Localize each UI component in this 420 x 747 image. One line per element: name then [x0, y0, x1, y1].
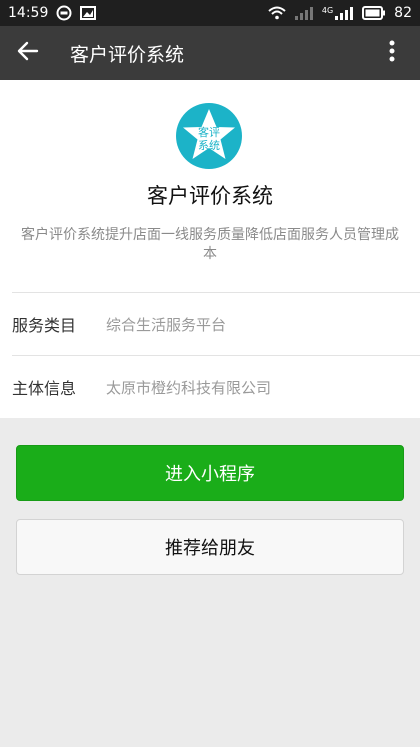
signal-weak-icon — [294, 6, 314, 20]
mini-program-description: 客户评价系统提升店面一线服务质量降低店面服务人员管理成本 — [21, 227, 399, 262]
battery-level: 82 — [394, 5, 412, 21]
logo-text-top: 客评 — [198, 125, 220, 139]
back-button[interactable] — [0, 26, 56, 80]
recommend-to-friend-button[interactable]: 推荐给朋友 — [16, 519, 404, 575]
mini-program-logo: 客评 系统 — [176, 103, 242, 169]
network-type: 4G — [321, 6, 334, 15]
entity-info-label: 主体信息 — [12, 379, 77, 398]
enter-mini-program-button[interactable]: 进入小程序 — [16, 445, 404, 501]
app-bar: 客户评价系统 — [0, 26, 420, 80]
more-vertical-icon — [389, 40, 395, 66]
logo-text-bottom: 系统 — [198, 139, 220, 152]
wifi-icon — [268, 6, 286, 20]
entity-info-value: 太原市橙约科技有限公司 — [106, 378, 272, 397]
mini-program-card: 客评 系统 客户评价系统 客户评价系统提升店面一线服务质量降低店面服务人员管理成… — [0, 80, 420, 418]
service-category-row: 服务类目 综合生活服务平台 — [12, 292, 420, 356]
battery-icon — [362, 6, 386, 20]
mini-program-name: 客户评价系统 — [147, 184, 273, 208]
notification-circle-icon — [56, 5, 72, 21]
signal-icon: 4G — [322, 6, 354, 20]
arrow-left-icon — [17, 40, 39, 66]
more-menu-button[interactable] — [364, 26, 420, 80]
app-bar-title: 客户评价系统 — [70, 43, 185, 66]
service-category-value: 综合生活服务平台 — [106, 315, 227, 334]
service-category-label: 服务类目 — [12, 316, 77, 335]
entity-info-row[interactable]: 主体信息 太原市橙约科技有限公司 — [12, 355, 420, 419]
status-bar: 14:59 4G 82 — [0, 0, 420, 26]
image-icon — [80, 5, 97, 21]
status-time: 14:59 — [8, 5, 49, 21]
